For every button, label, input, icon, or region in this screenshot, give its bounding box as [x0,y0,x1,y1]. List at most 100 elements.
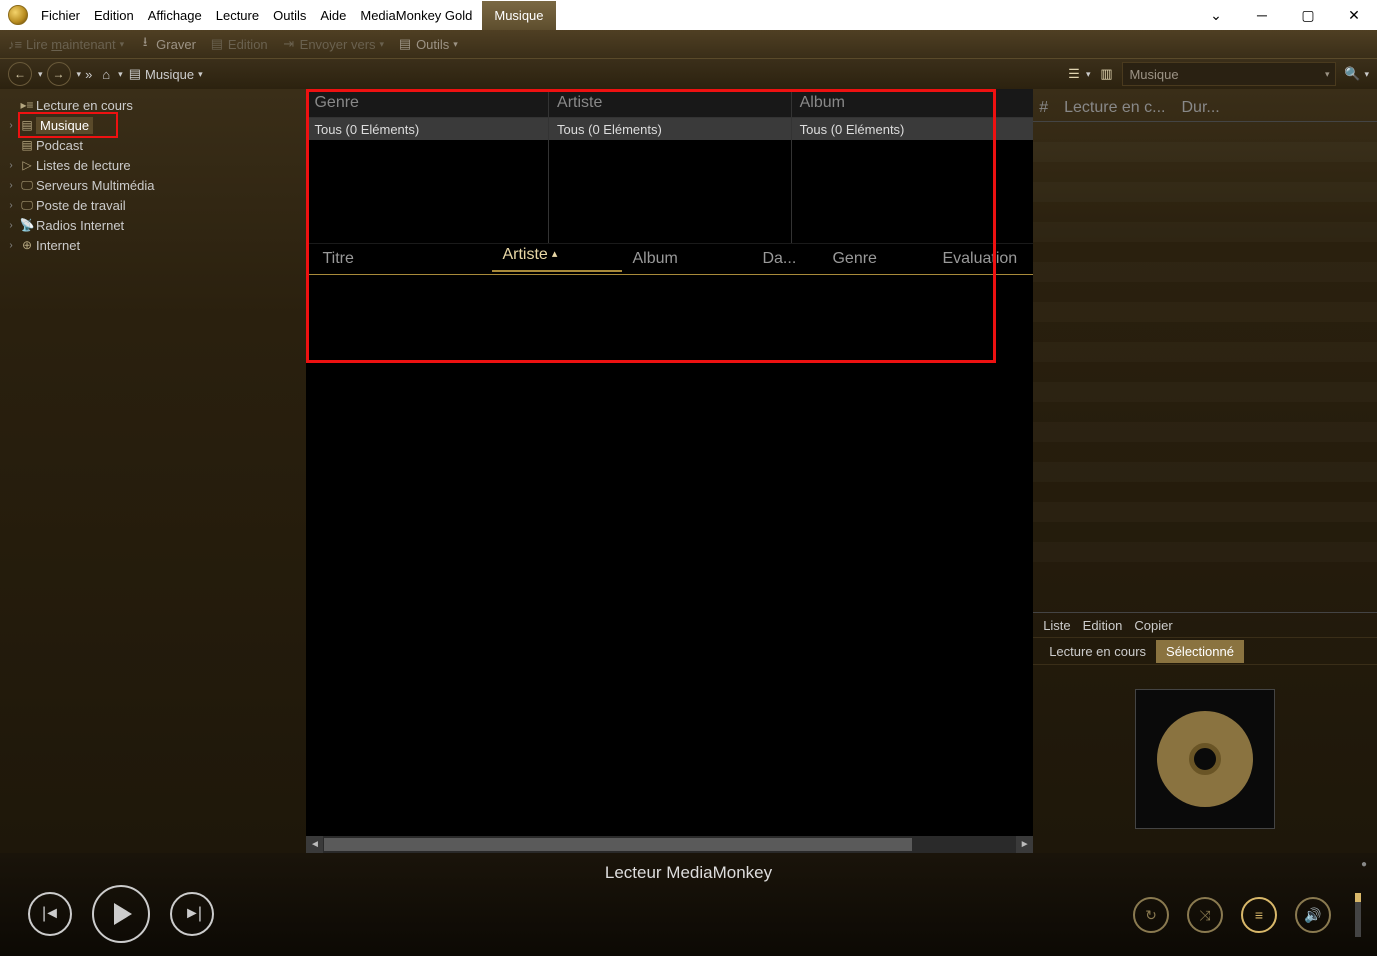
col-artiste[interactable]: Artiste [492,246,622,272]
player-bar: ● Lecteur MediaMonkey |◄ ►| ↻ ⤨ ≡ 🔊 [0,853,1377,956]
playlist-rows[interactable] [1033,122,1377,612]
menu-affichage[interactable]: Affichage [141,8,209,23]
np-tab-lecture[interactable]: Lecture en cours [1039,640,1156,663]
disc-icon [1157,711,1253,807]
right-panel: # Lecture en c... Dur... Liste Edition C… [1033,89,1377,853]
tree-item-serveurs[interactable]: ›🖵Serveurs Multimédia [0,175,306,195]
col-titre[interactable]: Titre [312,250,492,268]
toolbar-outils[interactable]: ▤ Outils▾ [398,37,458,52]
caret-down-icon[interactable]: ⌄ [1193,0,1239,30]
computer-icon: 🖵 [18,198,36,213]
filter-album-all[interactable]: Tous (0 Eléments) [792,118,1034,140]
filter-genre-header[interactable]: Genre [306,89,548,118]
tree-item-podcast[interactable]: ▤Podcast [0,135,306,155]
scroll-right-icon[interactable]: ► [1016,836,1033,853]
col-date[interactable]: Da... [752,250,822,268]
menu-bar: Fichier Edition Affichage Lecture Outils… [34,0,556,30]
podcast-icon: ▤ [18,138,36,152]
toolbar-graver[interactable]: ⭳ Graver [138,37,196,52]
server-icon: 🖵 [18,178,36,193]
minimize-button[interactable]: ─ [1239,0,1285,30]
np-tabs: Lecture en cours Sélectionné [1033,638,1377,665]
tools-icon: ▤ [398,37,412,51]
radio-icon: 📡 [18,218,36,232]
window-controls: ⌄ ─ ▢ ✕ [1193,0,1377,30]
home-icon[interactable]: ⌂ [102,67,110,82]
now-playing-panel: Liste Edition Copier Lecture en cours Sé… [1033,612,1377,853]
track-list[interactable] [306,275,1033,836]
repeat-button[interactable]: ↻ [1133,897,1169,933]
filter-genre-all[interactable]: Tous (0 Eléments) [306,118,548,140]
col-lecture[interactable]: Lecture en c... [1064,99,1165,117]
maximize-button[interactable]: ▢ [1285,0,1331,30]
nav-bar: ←▾ →▾ » ⌂▾ ▤ Musique ▾ ☰▾ ▥ Musique ▾ 🔍▾ [0,58,1377,89]
col-album[interactable]: Album [622,250,752,268]
next-button[interactable]: ►| [170,892,214,936]
menu-outils[interactable]: Outils [266,8,313,23]
playlist-columns: # Lecture en c... Dur... [1033,89,1377,122]
filter-album-header[interactable]: Album [792,89,1034,118]
menu-edition[interactable]: Edition [87,8,141,23]
overflow-icon[interactable]: » [85,67,92,82]
menu-aide[interactable]: Aide [313,8,353,23]
mute-button[interactable]: 🔊 [1295,897,1331,933]
tree-item-listes[interactable]: ›▷Listes de lecture [0,155,306,175]
player-right-controls: ↻ ⤨ ≡ 🔊 [1133,893,1361,937]
toolbar-lire-maintenant[interactable]: ♪≡ Lire maintenant▾ [8,37,124,52]
main-content: Genre Tous (0 Eléments) Artiste Tous (0 … [306,89,1033,853]
nav-forward-button[interactable]: → [47,62,71,86]
toolbar-edition[interactable]: ▤ Edition [210,37,268,52]
breadcrumb[interactable]: ▤ Musique ▾ [129,66,203,82]
volume-slider[interactable] [1355,893,1361,937]
playback-controls: |◄ ►| [28,885,214,943]
app-logo-icon [8,5,28,25]
tree-item-radios[interactable]: ›📡Radios Internet [0,215,306,235]
nav-back-button[interactable]: ← [8,62,32,86]
play-queue-icon: ♪≡ [8,37,22,51]
tree-item-poste[interactable]: ›🖵Poste de travail [0,195,306,215]
scroll-left-icon[interactable]: ◄ [306,836,323,853]
breadcrumb-label: Musique [145,67,194,82]
filter-artiste-header[interactable]: Artiste [549,89,791,118]
col-num[interactable]: # [1039,99,1048,117]
play-button[interactable] [92,885,150,943]
col-genre[interactable]: Genre [822,250,932,268]
album-art-placeholder [1135,689,1275,829]
library-icon: ▤ [129,66,141,82]
filter-artiste-all[interactable]: Tous (0 Eléments) [549,118,791,140]
context-selector[interactable]: Musique ▾ [1122,62,1336,86]
context-selector-label: Musique [1129,67,1178,82]
tree-item-lecture-en-cours[interactable]: ▸≡Lecture en cours [0,95,306,115]
np-menu-liste[interactable]: Liste [1043,618,1070,633]
np-tab-selectionne[interactable]: Sélectionné [1156,640,1244,663]
nav-tree: ▸≡Lecture en cours ›▤Musique ▤Podcast ›▷… [0,89,306,853]
tree-item-musique[interactable]: ›▤Musique [0,115,306,135]
queue-button[interactable]: ≡ [1241,897,1277,933]
now-playing-icon: ▸≡ [18,98,36,112]
edit-icon: ▤ [210,37,224,51]
track-columns: Titre Artiste Album Da... Genre Evaluati… [306,244,1033,275]
filter-genre: Genre Tous (0 Eléments) [306,89,549,243]
prev-button[interactable]: |◄ [28,892,72,936]
menu-tab-musique[interactable]: Musique [482,1,555,30]
view-list-icon[interactable]: ☰ [1064,65,1084,83]
horizontal-scrollbar[interactable]: ◄ ► [306,836,1033,853]
col-duree[interactable]: Dur... [1181,99,1219,117]
toolbar: ♪≡ Lire maintenant▾ ⭳ Graver ▤ Edition ⇥… [0,30,1377,58]
toolbar-envoyer[interactable]: ⇥ Envoyer vers▾ [282,37,384,52]
np-menu-copier[interactable]: Copier [1134,618,1172,633]
menu-lecture[interactable]: Lecture [209,8,266,23]
search-icon[interactable]: 🔍 [1342,65,1362,83]
tree-item-internet[interactable]: ›⊕Internet [0,235,306,255]
chevron-down-icon: ▾ [1325,69,1330,80]
menu-gold[interactable]: MediaMonkey Gold [353,8,479,23]
view-columns-icon[interactable]: ▥ [1096,65,1116,83]
col-evaluation[interactable]: Evaluation [932,250,1027,268]
shuffle-button[interactable]: ⤨ [1187,897,1223,933]
player-title: Lecteur MediaMonkey [0,863,1377,883]
internet-icon: ⊕ [18,238,36,252]
close-button[interactable]: ✕ [1331,0,1377,30]
scroll-thumb[interactable] [324,838,911,851]
menu-fichier[interactable]: Fichier [34,8,87,23]
np-menu-edition[interactable]: Edition [1083,618,1123,633]
